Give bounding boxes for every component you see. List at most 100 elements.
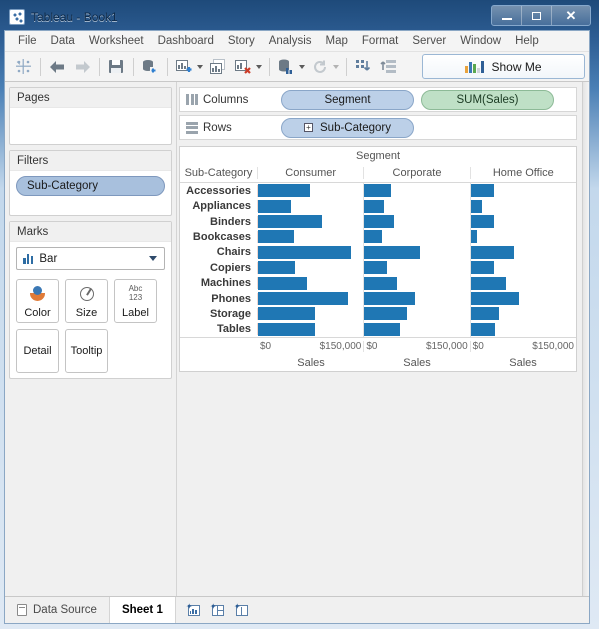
pages-drop-zone[interactable] [10, 108, 171, 144]
bar-mark[interactable] [364, 230, 382, 244]
rows-pill-sub-category[interactable]: + Sub-Category [281, 117, 414, 138]
pane-header-home-office[interactable]: Home Office [471, 167, 576, 179]
pane-consumer [258, 198, 365, 214]
bar-mark[interactable] [258, 307, 315, 321]
refresh-icon[interactable] [308, 55, 332, 79]
bar-mark[interactable] [364, 215, 395, 229]
pane-header-corporate[interactable]: Corporate [364, 167, 471, 179]
bar-mark[interactable] [258, 292, 348, 306]
menu-data[interactable]: Data [44, 33, 82, 49]
new-worksheet-icon[interactable] [172, 55, 196, 79]
row-header-bookcases[interactable]: Bookcases [180, 230, 258, 243]
show-me-panel-edge[interactable] [582, 82, 589, 596]
menu-window[interactable]: Window [453, 33, 508, 49]
row-header-copiers[interactable]: Copiers [180, 261, 258, 274]
filter-pill-sub-category[interactable]: Sub-Category [16, 176, 165, 196]
columns-shelf[interactable]: Columns Segment SUM(Sales) [179, 87, 577, 112]
row-header-storage[interactable]: Storage [180, 307, 258, 320]
bar-mark[interactable] [258, 322, 316, 336]
bar-mark[interactable] [470, 230, 477, 244]
menu-help[interactable]: Help [508, 33, 546, 49]
row-header-phones[interactable]: Phones [180, 292, 258, 305]
new-story-icon[interactable]: ✦ [234, 603, 249, 617]
row-header-appliances[interactable]: Appliances [180, 200, 258, 213]
maximize-button[interactable] [522, 6, 552, 25]
save-icon[interactable] [104, 55, 128, 79]
tab-data-source[interactable]: Data Source [5, 597, 110, 623]
bar-mark[interactable] [364, 184, 391, 198]
bar-mark[interactable] [258, 261, 295, 275]
marks-detail-button[interactable]: Detail [16, 329, 59, 373]
bar-mark[interactable] [470, 199, 482, 213]
row-header-binders[interactable]: Binders [180, 215, 258, 228]
menu-format[interactable]: Format [355, 33, 405, 49]
pane-consumer [258, 306, 365, 322]
forward-arrow-icon[interactable] [70, 55, 94, 79]
chevron-down-icon[interactable] [256, 64, 262, 69]
chevron-down-icon[interactable] [299, 64, 305, 69]
marks-color-button[interactable]: Color [16, 279, 59, 323]
marks-tooltip-button[interactable]: Tooltip [65, 329, 108, 373]
tableau-home-icon[interactable] [11, 55, 35, 79]
marks-size-button[interactable]: Size [65, 279, 108, 323]
column-field-title: Segment [355, 150, 401, 162]
bar-mark[interactable] [470, 322, 496, 336]
bar-mark[interactable] [258, 245, 352, 259]
menu-dashboard[interactable]: Dashboard [151, 33, 221, 49]
bar-mark[interactable] [470, 292, 520, 306]
clear-sheet-icon[interactable] [231, 55, 255, 79]
bar-mark[interactable] [470, 184, 495, 198]
chevron-down-icon[interactable] [197, 64, 203, 69]
close-button[interactable]: ✕ [552, 6, 590, 25]
bar-mark[interactable] [470, 307, 499, 321]
connect-data-icon[interactable] [138, 55, 162, 79]
expand-plus-icon[interactable]: + [304, 123, 314, 132]
bar-mark[interactable] [364, 307, 407, 321]
menu-server[interactable]: Server [405, 33, 453, 49]
bar-mark[interactable] [364, 261, 388, 275]
bar-mark[interactable] [470, 245, 514, 259]
bar-mark-icon [23, 253, 34, 264]
back-arrow-icon[interactable] [45, 55, 69, 79]
bar-mark[interactable] [364, 199, 384, 213]
columns-pill-sum-sales[interactable]: SUM(Sales) [421, 89, 554, 110]
bar-mark[interactable] [470, 276, 507, 290]
columns-pill-segment[interactable]: Segment [281, 89, 414, 110]
filters-drop-zone[interactable]: Sub-Category [10, 171, 171, 215]
new-dashboard-icon[interactable]: ✦ [210, 603, 225, 617]
minimize-button[interactable] [492, 6, 522, 25]
filters-card-title: Filters [10, 151, 171, 171]
menu-map[interactable]: Map [319, 33, 355, 49]
mark-type-dropdown[interactable]: Bar [16, 247, 165, 270]
show-me-button[interactable]: Show Me [422, 54, 585, 79]
menu-analysis[interactable]: Analysis [262, 33, 319, 49]
swap-rows-columns-icon[interactable] [274, 55, 298, 79]
rows-shelf[interactable]: Rows + Sub-Category [179, 115, 577, 140]
tab-sheet-1[interactable]: Sheet 1 [109, 597, 176, 623]
marks-label-button[interactable]: Abc 123 Label [114, 279, 157, 323]
row-header-chairs[interactable]: Chairs [180, 246, 258, 259]
bar-mark[interactable] [258, 276, 307, 290]
chevron-down-icon[interactable] [333, 64, 339, 69]
bar-mark[interactable] [258, 230, 295, 244]
menu-file[interactable]: File [11, 33, 44, 49]
bar-mark[interactable] [470, 261, 495, 275]
new-worksheet-icon[interactable]: ✦ [186, 603, 201, 617]
duplicate-sheet-icon[interactable] [206, 55, 230, 79]
bar-mark[interactable] [364, 276, 398, 290]
bar-mark[interactable] [364, 292, 416, 306]
pane-header-consumer[interactable]: Consumer [258, 167, 365, 179]
bar-mark[interactable] [258, 199, 291, 213]
bar-mark[interactable] [258, 215, 322, 229]
menu-worksheet[interactable]: Worksheet [82, 33, 151, 49]
menu-story[interactable]: Story [221, 33, 262, 49]
row-header-accessories[interactable]: Accessories [180, 184, 258, 197]
row-header-tables[interactable]: Tables [180, 323, 258, 336]
bar-mark[interactable] [364, 245, 420, 259]
bar-mark[interactable] [258, 184, 311, 198]
bar-mark[interactable] [364, 322, 401, 336]
bar-mark[interactable] [470, 215, 494, 229]
row-header-machines[interactable]: Machines [180, 277, 258, 290]
sort-ascending-icon[interactable] [351, 55, 375, 79]
totals-icon[interactable] [376, 55, 400, 79]
